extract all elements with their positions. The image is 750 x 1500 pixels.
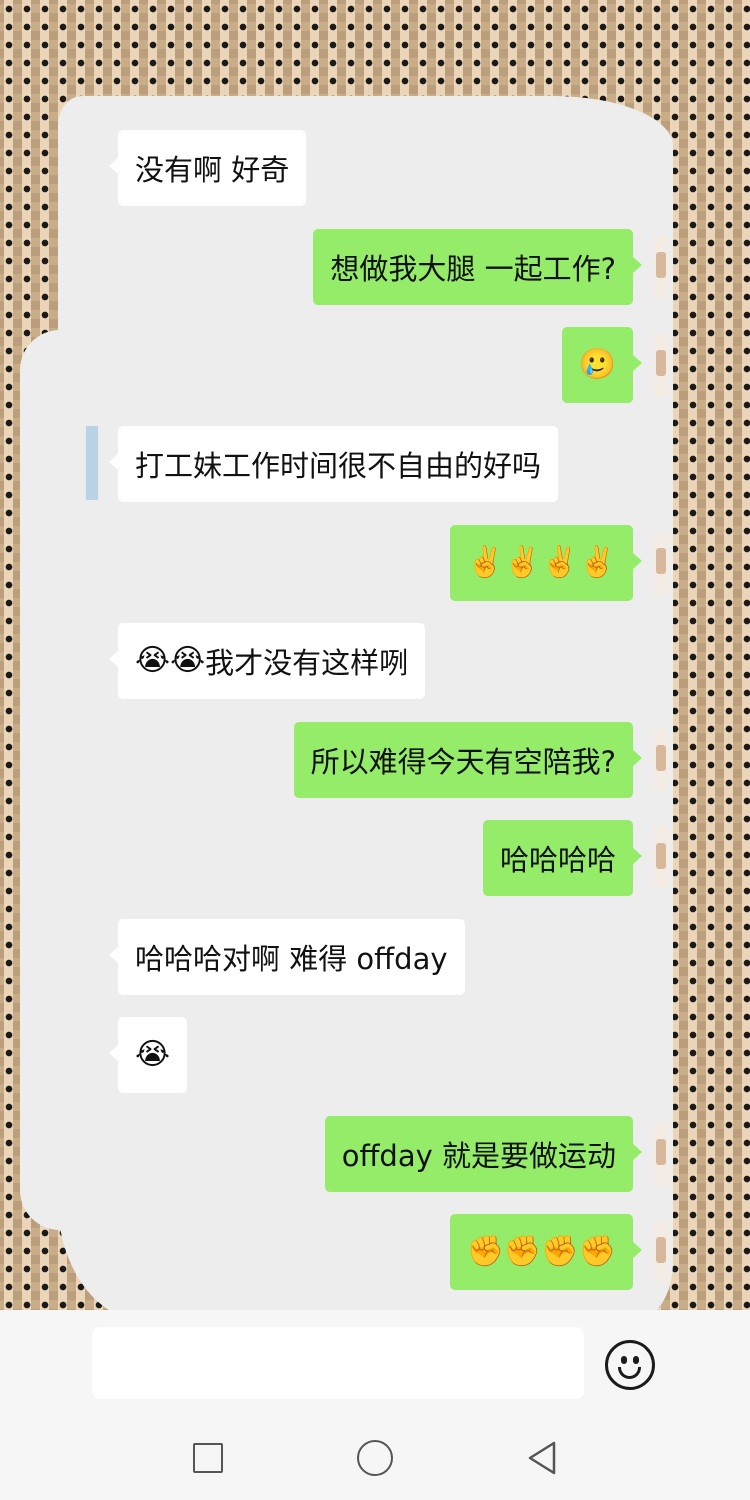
message-bubble-incoming[interactable]: 打工妹工作时间很不自由的好吗 [108, 426, 559, 502]
message-text: 所以难得今天有空陪我? [310, 745, 616, 779]
message-bubble-incoming[interactable]: 哈哈哈对啊 难得 offday [109, 919, 465, 995]
square-icon[interactable] [193, 1443, 223, 1473]
message-text: 打工妹工作时间很不自由的好吗 [135, 449, 542, 483]
message-bubble-outgoing[interactable]: 🥲 [561, 327, 643, 403]
crying-face-emoji-icon: 😭 [135, 643, 171, 678]
message-bubble-outgoing[interactable]: offday 就是要做运动 [324, 1116, 643, 1192]
victory-hand-emoji-icon: ✌️ [503, 545, 542, 580]
avatar[interactable] [653, 532, 669, 594]
message-input[interactable] [92, 1327, 584, 1399]
avatar[interactable] [653, 827, 669, 889]
raised-fist-emoji-icon: ✊ [466, 1234, 504, 1269]
message-bubble-outgoing[interactable]: ✌️ ✌️ ✌️ ✌️ [449, 525, 643, 601]
message-text: offday 就是要做运动 [341, 1139, 616, 1173]
message-text: 哈哈哈哈 [499, 843, 616, 877]
crying-face-emoji-icon: 😭 [135, 1037, 171, 1072]
victory-hand-emoji-icon: ✌️ [466, 545, 504, 580]
message-bubble-outgoing[interactable]: 想做我大腿 一起工作? [313, 229, 642, 305]
message-bubble-incoming[interactable]: 😭 [108, 1017, 188, 1093]
smiley-face-icon[interactable] [605, 1340, 655, 1390]
victory-hand-emoji-icon: ✌️ [541, 545, 579, 580]
raised-fist-emoji-icon: ✊ [541, 1234, 579, 1269]
crying-face-emoji-icon: 😭 [170, 643, 206, 678]
victory-hand-emoji-icon: ✌️ [578, 545, 616, 580]
message-bubble-outgoing[interactable]: ✊ ✊ ✊ ✊ [449, 1214, 643, 1290]
message-bubble-outgoing[interactable]: 所以难得今天有空陪我? [293, 722, 643, 798]
avatar[interactable] [653, 236, 669, 298]
avatar-partial [86, 426, 98, 500]
message-bubble-incoming[interactable]: 没有啊 好奇 [108, 130, 307, 206]
triangle-back-icon[interactable] [527, 1440, 557, 1476]
message-bubble-outgoing[interactable]: 哈哈哈哈 [482, 820, 643, 896]
message-text: 想做我大腿 一起工作? [330, 252, 616, 286]
raised-fist-emoji-icon: ✊ [503, 1234, 542, 1269]
message-text: 我才没有这样咧 [205, 646, 409, 680]
message-bubble-incoming[interactable]: 😭 😭 我才没有这样咧 [108, 623, 426, 699]
avatar[interactable] [653, 729, 669, 791]
circle-icon[interactable] [357, 1440, 393, 1476]
smiling-tear-emoji-icon: 🥲 [578, 347, 616, 382]
raised-fist-emoji-icon: ✊ [578, 1234, 616, 1269]
message-text: 哈哈哈对啊 难得 offday [135, 942, 448, 976]
avatar[interactable] [653, 334, 669, 396]
avatar[interactable] [653, 1221, 669, 1283]
message-text: 没有啊 好奇 [135, 153, 290, 187]
avatar[interactable] [653, 1123, 669, 1185]
